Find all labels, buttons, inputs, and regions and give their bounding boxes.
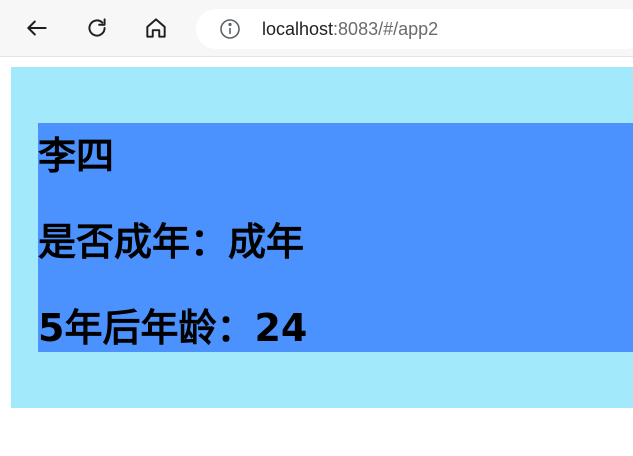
adult-status-value: 成年	[228, 220, 305, 264]
future-age-value: 24	[254, 306, 308, 350]
future-age-label: 5年后年龄：	[38, 306, 255, 350]
adult-status-label: 是否成年：	[38, 220, 229, 264]
home-icon	[146, 18, 166, 38]
site-info-icon[interactable]	[216, 15, 244, 43]
address-bar[interactable]: localhost:8083/#/app2	[196, 9, 633, 49]
future-age-line: 5年后年龄：24	[38, 305, 307, 351]
back-arrow-icon	[27, 20, 47, 36]
browser-toolbar: localhost:8083/#/app2	[0, 0, 633, 57]
outer-container: 李四 是否成年：成年 5年后年龄：24	[11, 67, 633, 408]
url-text[interactable]: localhost:8083/#/app2	[262, 19, 438, 40]
page-viewport: 李四 是否成年：成年 5年后年龄：24	[0, 57, 633, 456]
url-path: :8083/#/app2	[333, 18, 439, 39]
url-host: localhost	[262, 18, 334, 39]
back-button[interactable]	[20, 11, 54, 45]
person-info-card: 李四 是否成年：成年 5年后年龄：24	[38, 123, 633, 352]
reload-icon	[88, 18, 106, 37]
reload-button[interactable]	[80, 11, 114, 45]
person-name: 李四	[38, 133, 114, 179]
home-button[interactable]	[139, 11, 173, 45]
adult-status-line: 是否成年：成年	[38, 219, 304, 265]
person-name-text: 李四	[38, 134, 115, 178]
